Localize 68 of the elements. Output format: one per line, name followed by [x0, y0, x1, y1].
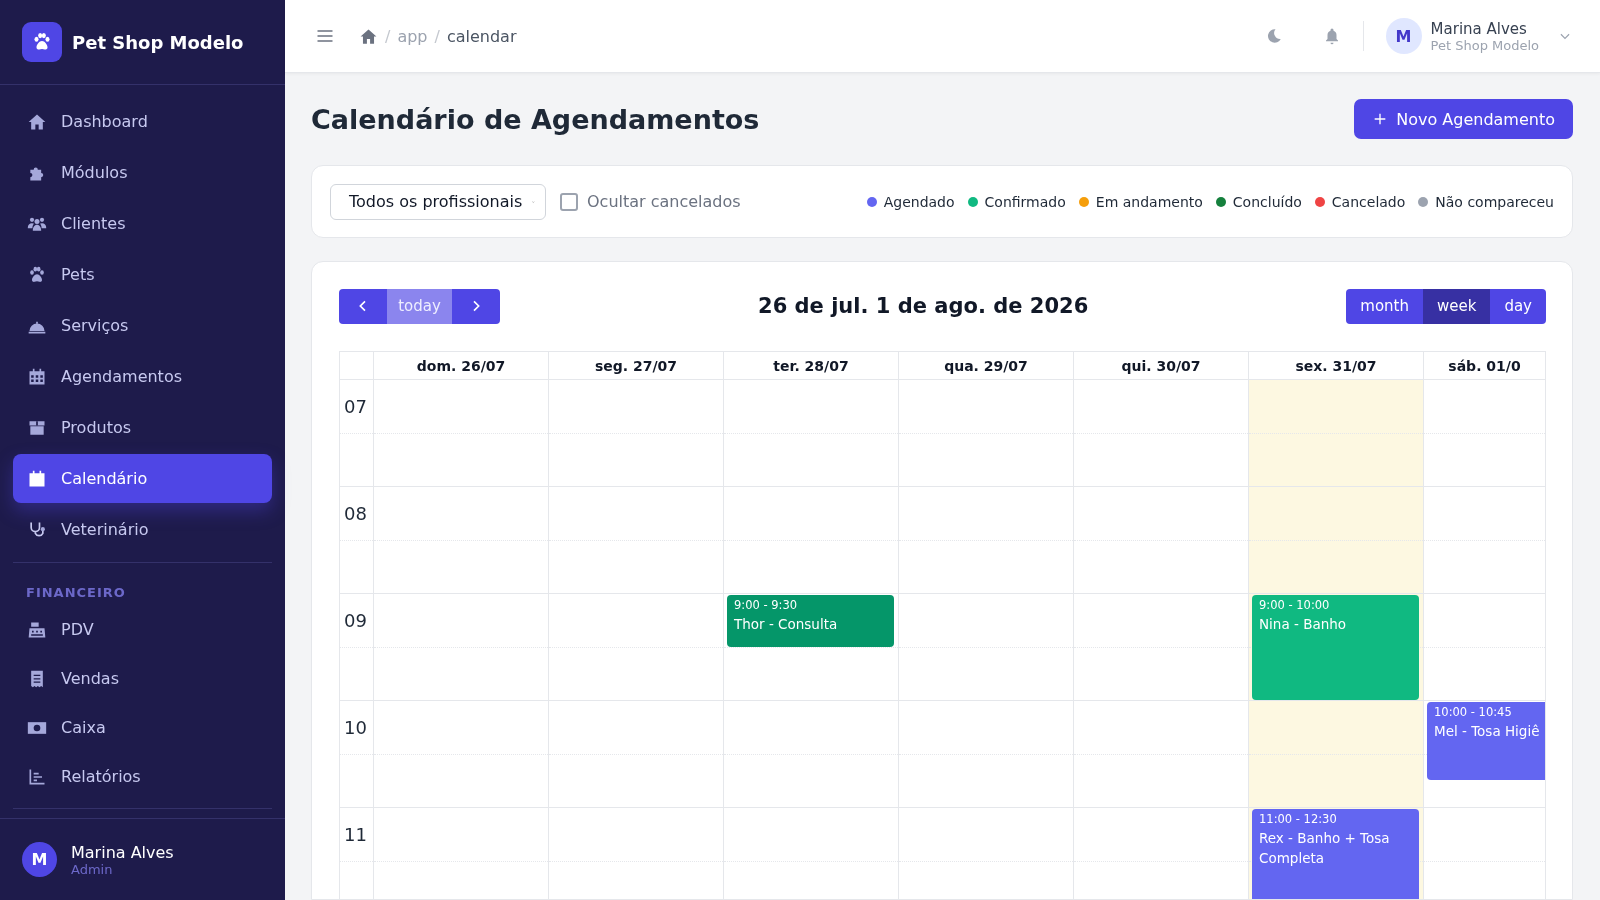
breadcrumb-separator: / — [434, 26, 440, 46]
event-time: 9:00 - 10:00 — [1259, 598, 1331, 612]
previous-button[interactable] — [339, 288, 387, 324]
page-title: Calendário de Agendamentos — [311, 103, 760, 135]
day-header: qui. 30/07 — [1074, 351, 1249, 380]
hour-label: 10 — [344, 717, 367, 738]
event-title: Nina - Banho — [1259, 615, 1348, 634]
view-tab[interactable]: day — [1490, 288, 1546, 324]
section-title: FINANCEIRO — [25, 584, 127, 602]
brand-name: Pet Shop Modelo — [72, 31, 244, 53]
legend-label: Cancelado — [1331, 193, 1406, 210]
hour-label: 08 — [344, 503, 367, 524]
new-appointment-button[interactable]: Novo Agendamento — [1354, 99, 1573, 139]
day-header: qua. 29/07 — [899, 351, 1074, 380]
nav-item[interactable]: Vendas — [13, 655, 272, 702]
legend-label: Confirmado — [984, 193, 1066, 210]
nav-item[interactable]: Pets — [13, 250, 272, 299]
nav-item[interactable]: Relatórios — [13, 753, 272, 800]
appointment-event[interactable]: 9:00 - 9:30 Thor - Consulta — [727, 595, 894, 647]
user-name: Marina Alves — [71, 842, 174, 862]
next-button[interactable] — [452, 288, 500, 324]
nav-item[interactable]: Serviços — [13, 301, 272, 350]
paw-icon — [27, 264, 47, 285]
appointment-event[interactable]: 10:00 - 10:45 Mel - Tosa Higiê — [1427, 702, 1545, 781]
avatar: M — [22, 842, 57, 877]
event-time: 11:00 - 12:30 — [1259, 812, 1338, 826]
day-header: seg. 27/07 — [549, 351, 724, 380]
user-name: Marina Alves — [1430, 19, 1528, 38]
breadcrumb-separator: / — [385, 26, 391, 46]
checkbox-label[interactable]: Ocultar cancelados — [587, 192, 741, 211]
breadcrumb-link[interactable]: calendar — [446, 26, 517, 46]
checkbox[interactable] — [560, 192, 578, 211]
event-title: Rex - Banho + Tosa Completa — [1259, 829, 1391, 868]
legend-label: Não compareceu — [1435, 193, 1554, 210]
event-title: Mel - Tosa Higiê — [1434, 722, 1538, 741]
hour-label: 09 — [344, 610, 367, 631]
nav-item[interactable]: Dashboard — [13, 97, 272, 146]
legend-label: Concluído — [1232, 193, 1302, 210]
event-time: 10:00 - 10:45 — [1434, 705, 1513, 719]
nav-item[interactable]: Veterinário — [13, 505, 272, 554]
appointment-event[interactable]: 11:00 - 12:30 Rex - Banho + Tosa Completa — [1252, 809, 1419, 899]
legend-label: Agendado — [883, 193, 955, 210]
day-header: sex. 31/07 — [1249, 351, 1424, 380]
date-range-title: 26 de jul. 1 de ago. de 2026 — [758, 294, 1089, 318]
nav-item[interactable]: PDV — [13, 606, 272, 653]
nav-item[interactable]: Caixa — [13, 704, 272, 751]
user-role: Admin — [71, 861, 114, 877]
view-tab[interactable]: week — [1422, 288, 1491, 324]
avatar: M — [1385, 18, 1422, 54]
nav-item[interactable]: Calendário — [13, 454, 272, 503]
legend-label: Em andamento — [1095, 193, 1203, 210]
view-tab[interactable]: month — [1346, 288, 1423, 324]
calendar-icon — [27, 468, 47, 489]
home-icon — [359, 26, 378, 46]
hour-label: 07 — [344, 396, 367, 417]
professional-select[interactable]: Todos os profissionais — [330, 183, 546, 220]
calendar-grid-icon — [27, 366, 47, 387]
nav-item[interactable]: Clientes — [13, 199, 272, 248]
event-title: Thor - Consulta — [734, 615, 839, 634]
company-name: Pet Shop Modelo — [1430, 37, 1539, 53]
day-header: sáb. 01/0 — [1424, 351, 1546, 380]
event-time: 9:00 - 9:30 — [734, 598, 799, 612]
nav-item[interactable]: Módulos — [13, 148, 272, 197]
day-header: ter. 28/07 — [724, 351, 899, 380]
hour-label: 11 — [344, 824, 367, 845]
nav-item[interactable]: Agendamentos — [13, 352, 272, 401]
day-header: dom. 26/07 — [374, 351, 549, 380]
nav-item[interactable]: Produtos — [13, 403, 272, 452]
